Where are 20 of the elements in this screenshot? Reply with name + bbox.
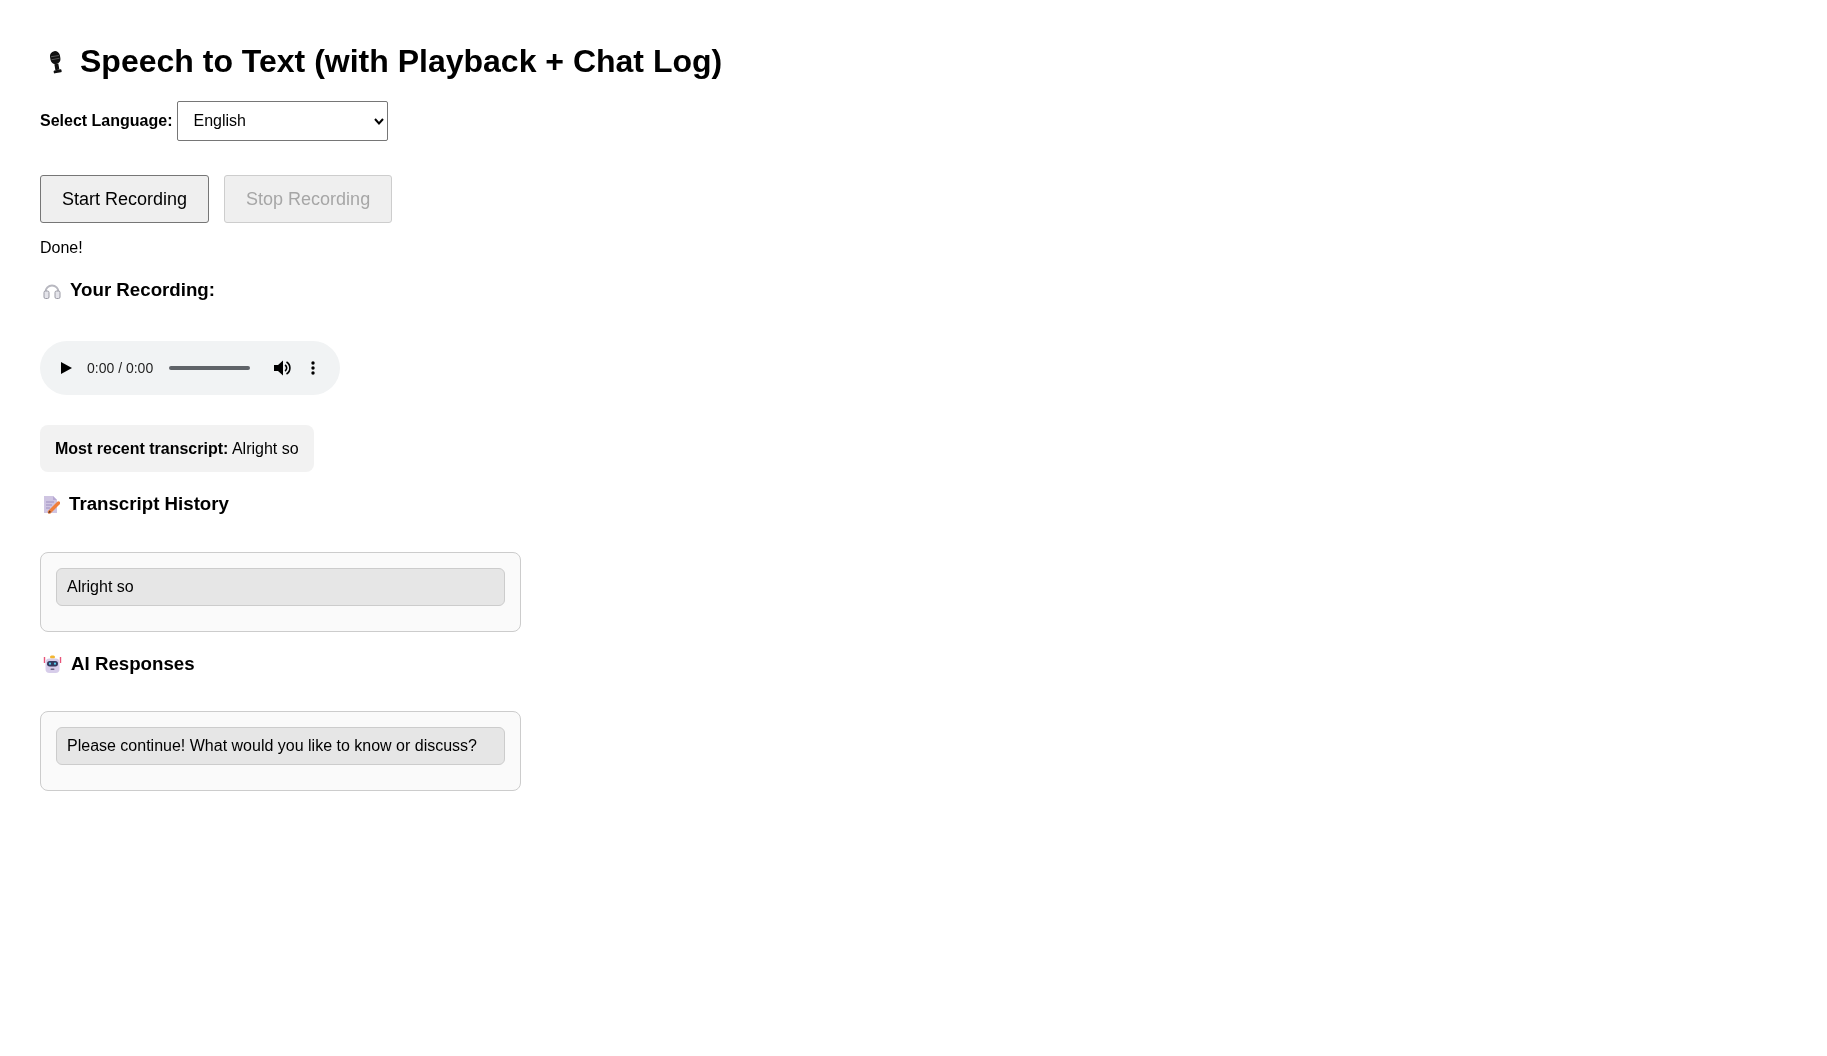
- language-label: Select Language:: [40, 112, 173, 130]
- microphone-icon: [47, 49, 65, 74]
- start-recording-button[interactable]: Start Recording: [40, 175, 210, 223]
- ai-response-item: Please continue! What would you like to know or discuss?: [56, 727, 505, 765]
- page-title: Speech to Text (with Playback + Chat Log): [80, 43, 723, 80]
- play-icon[interactable]: [61, 362, 72, 374]
- seek-slider[interactable]: [169, 366, 251, 370]
- language-select[interactable]: English: [177, 101, 389, 141]
- more-options-icon[interactable]: [311, 361, 316, 375]
- robot-icon: [43, 654, 62, 674]
- chevron-down-icon: [374, 117, 385, 125]
- status-text: Done!: [40, 239, 83, 257]
- playback-time: 0:00 / 0:00: [87, 360, 154, 376]
- section-heading: Transcript History: [69, 493, 229, 515]
- section-heading: AI Responses: [71, 653, 195, 675]
- transcript-item: Alright so: [56, 568, 505, 606]
- latest-transcript: Most recent transcript: Alright so: [40, 425, 314, 472]
- volume-icon[interactable]: [274, 360, 292, 376]
- section-heading: Your Recording:: [70, 279, 215, 301]
- memo-pencil-icon: [43, 494, 60, 514]
